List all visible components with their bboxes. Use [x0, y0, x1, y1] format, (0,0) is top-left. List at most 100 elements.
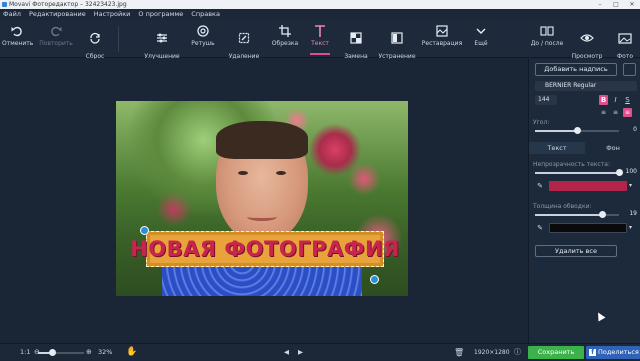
- denoise-button[interactable]: Устранение шумов: [376, 20, 418, 66]
- background-icon: [350, 31, 362, 44]
- stroke-slider-knob[interactable]: [598, 211, 606, 218]
- facebook-icon: f: [589, 349, 596, 356]
- opacity-label: Непрозрачность текста:: [533, 161, 610, 168]
- eraser-icon: [238, 32, 250, 43]
- retouch-button[interactable]: Ретушь: [186, 20, 220, 58]
- angle-slider[interactable]: [535, 127, 619, 134]
- retouch-icon: [197, 25, 209, 37]
- minimize-icon[interactable]: –: [592, 0, 608, 9]
- remove-all-button[interactable]: Удалить все: [535, 245, 617, 257]
- trash-icon[interactable]: 🗑: [454, 344, 464, 361]
- italic-button[interactable]: I: [611, 95, 620, 105]
- reset-button[interactable]: Сброс изменений: [76, 20, 114, 66]
- angle-value: 0: [633, 126, 637, 133]
- underline-button[interactable]: S: [623, 95, 632, 105]
- photo-eye: [276, 171, 286, 175]
- photo[interactable]: НОВАЯ ФОТОГРАФИЯ: [116, 101, 408, 296]
- add-text-style-button[interactable]: [623, 63, 636, 76]
- zoom-slider-knob[interactable]: [49, 349, 57, 356]
- retouch-label: Ретушь: [191, 40, 215, 47]
- menu-about[interactable]: О программе: [138, 9, 183, 20]
- text-color-swatch[interactable]: [549, 181, 627, 191]
- tab-background[interactable]: Фон: [585, 142, 640, 154]
- canvas-area: НОВАЯ ФОТОГРАФИЯ: [0, 59, 528, 343]
- more-button[interactable]: Ещё: [466, 20, 496, 58]
- text-tool-button[interactable]: Текст: [304, 20, 336, 58]
- align-right-icon[interactable]: ≡: [623, 108, 632, 117]
- chevron-down-icon: [476, 28, 486, 34]
- menu-bar: Файл Редактирование Настройки О программ…: [0, 9, 640, 20]
- remove-objects-button[interactable]: Удаление объектов: [224, 20, 264, 66]
- before-after-button[interactable]: До / после: [528, 20, 566, 58]
- maximize-icon[interactable]: □: [608, 0, 624, 9]
- bold-button[interactable]: B: [599, 95, 608, 105]
- photo-eye: [238, 171, 248, 175]
- font-size-value: 144: [538, 96, 550, 103]
- menu-settings[interactable]: Настройки: [94, 9, 131, 20]
- menu-edit[interactable]: Редактирование: [29, 9, 86, 20]
- view-original-button[interactable]: Просмотр оригинала: [568, 20, 606, 66]
- next-photo-icon[interactable]: ▶: [298, 344, 303, 361]
- menu-help[interactable]: Справка: [191, 9, 220, 20]
- app-icon: [2, 2, 7, 7]
- angle-slider-knob[interactable]: [573, 127, 581, 134]
- more-label: Ещё: [474, 40, 488, 47]
- info-icon[interactable]: ⓘ: [514, 344, 521, 361]
- stroke-slider[interactable]: [535, 211, 619, 218]
- opacity-slider[interactable]: [535, 169, 623, 176]
- replace-bg-button[interactable]: Замена фона: [340, 20, 372, 66]
- crop-button[interactable]: Обрезка: [268, 20, 302, 58]
- text-settings-panel: Добавить надпись BERNIER Regular 144 B I…: [528, 59, 640, 343]
- opacity-slider-knob[interactable]: [615, 169, 623, 176]
- undo-icon: [11, 26, 22, 37]
- stroke-color-chevron-icon[interactable]: ▾: [629, 223, 636, 233]
- save-button[interactable]: Сохранить: [528, 346, 584, 359]
- window-controls: – □ ✕: [592, 0, 640, 9]
- text-color-dropper-icon[interactable]: ✎: [535, 181, 545, 191]
- text-tool-label: Текст: [311, 40, 329, 47]
- enhance-button[interactable]: Улучшение фото: [142, 20, 182, 66]
- redo-button[interactable]: Повторить: [38, 20, 74, 58]
- hand-tool-icon[interactable]: ✋: [126, 344, 137, 361]
- text-color-chevron-icon[interactable]: ▾: [629, 181, 636, 191]
- zoom-slider[interactable]: [38, 349, 84, 356]
- undo-button[interactable]: Отменить: [2, 20, 33, 58]
- stroke-color-swatch[interactable]: [549, 223, 627, 233]
- text-bg-tabs: Текст Фон: [529, 142, 640, 154]
- reset-icon: [90, 32, 100, 44]
- restore-label: Реставрация: [421, 40, 463, 47]
- prev-photo-icon[interactable]: ◀: [284, 344, 289, 361]
- photo-hair: [216, 121, 308, 159]
- crop-label: Обрезка: [271, 40, 299, 47]
- stroke-color-dropper-icon[interactable]: ✎: [535, 223, 545, 233]
- opacity-slider-fill: [535, 172, 619, 174]
- add-caption-button[interactable]: Добавить надпись: [535, 63, 617, 76]
- ratio-button[interactable]: 1:1: [20, 344, 30, 361]
- window-title: Movavi Фоторедактор – 32423423.jpg: [9, 1, 127, 8]
- zoom-in-icon[interactable]: ⊕: [86, 344, 92, 361]
- title-bar: Movavi Фоторедактор – 32423423.jpg – □ ✕: [0, 0, 640, 9]
- caption-text[interactable]: НОВАЯ ФОТОГРАФИЯ: [130, 237, 400, 261]
- text-icon: [315, 25, 325, 37]
- share-button[interactable]: f Поделиться: [586, 346, 640, 359]
- redo-label: Повторить: [39, 40, 73, 47]
- delete-caption-handle[interactable]: [140, 226, 149, 235]
- stroke-value: 19: [629, 210, 637, 217]
- photos-icon: [618, 32, 632, 44]
- close-icon[interactable]: ✕: [624, 0, 640, 9]
- rotate-caption-handle[interactable]: [370, 275, 379, 284]
- align-left-icon[interactable]: ≡: [599, 108, 608, 117]
- opacity-value: 100: [625, 168, 637, 175]
- restore-button[interactable]: Реставрация: [420, 20, 464, 58]
- stroke-label: Толщина обводки:: [533, 203, 592, 210]
- photo-manager-button[interactable]: Фото Менеджер: [610, 20, 640, 66]
- menu-file[interactable]: Файл: [3, 9, 21, 20]
- font-name: BERNIER Regular: [545, 82, 597, 89]
- align-center-icon[interactable]: ≡: [611, 108, 620, 117]
- caption-box[interactable]: НОВАЯ ФОТОГРАФИЯ: [130, 231, 399, 267]
- app-window: Movavi Фоторедактор – 32423423.jpg – □ ✕…: [0, 0, 640, 360]
- font-size-select[interactable]: 144: [535, 95, 557, 105]
- tab-text[interactable]: Текст: [529, 142, 585, 154]
- angle-slider-fill: [535, 130, 577, 132]
- font-select[interactable]: BERNIER Regular: [535, 81, 637, 91]
